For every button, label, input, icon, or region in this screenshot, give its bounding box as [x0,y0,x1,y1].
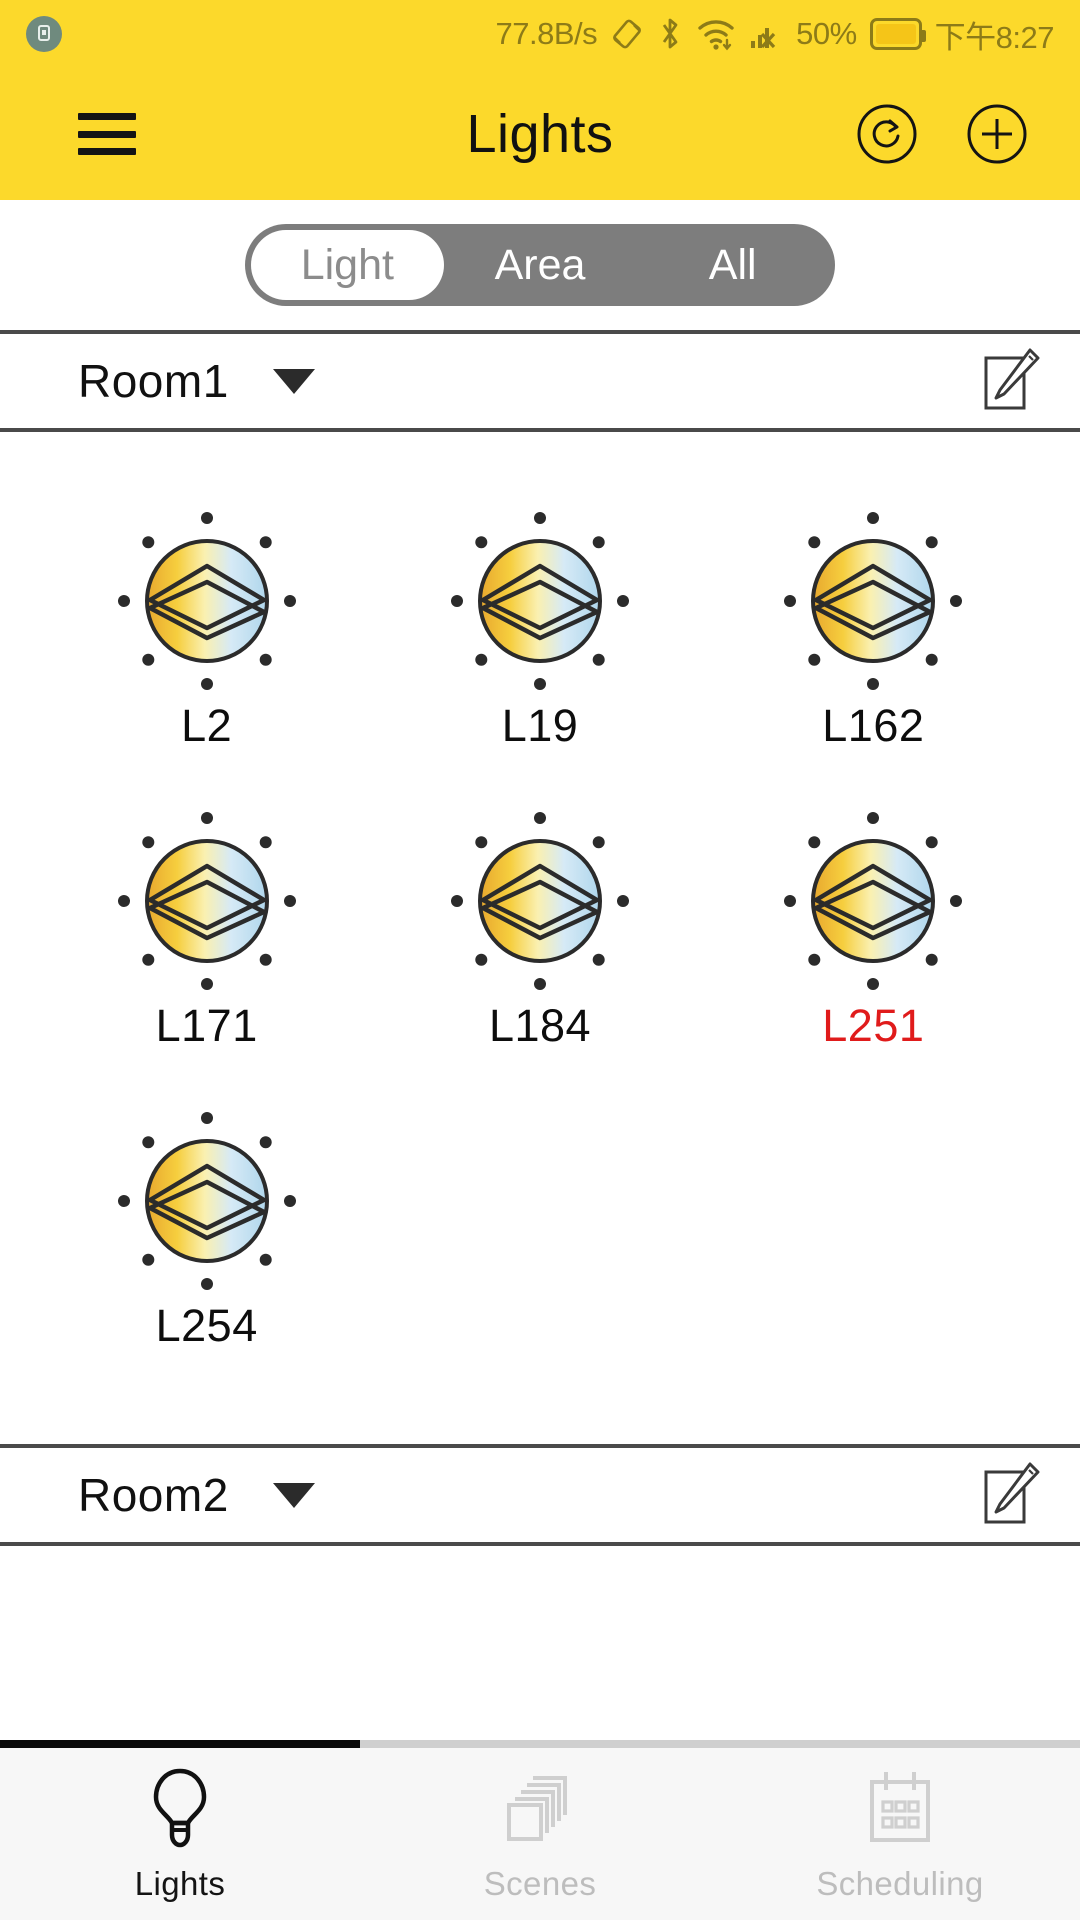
battery-percent-text: 50% [796,16,857,51]
light-bulb-gradient-icon[interactable] [116,510,298,692]
light-bulb-gradient-icon[interactable] [782,510,964,692]
light-bulb-gradient-icon[interactable] [449,510,631,692]
room2-empty-area [0,1546,1080,1632]
nav-label: Scenes [483,1865,597,1902]
network-speed-text: 77.8B/s [495,16,598,51]
room-header-room1[interactable]: Room1 [0,334,1080,428]
bluetooth-icon [657,16,683,52]
signal-off-icon [749,17,783,51]
stacked-cards-icon [497,1765,583,1851]
nav-tab-scenes[interactable]: Scenes [360,1748,720,1920]
room-name-label: Room2 [78,1469,229,1521]
chevron-down-icon[interactable] [272,368,315,394]
segment-all[interactable]: All [636,230,829,300]
nav-label: Lights [134,1865,226,1902]
light-item[interactable]: L162 [707,510,1040,752]
battery-icon [869,18,926,50]
light-item[interactable]: L184 [373,810,706,1052]
room-header-room2[interactable]: Room2 [0,1448,1080,1542]
segment-area[interactable]: Area [444,230,637,300]
app-bar: Lights [0,68,1080,200]
light-label: L251 [822,1000,925,1051]
status-bar: 77.8B/s 50% 下午8:27 [0,0,1080,68]
status-bar-left [26,16,62,52]
light-bulb-gradient-icon[interactable] [449,810,631,992]
app-root: 77.8B/s 50% 下午8:27 Lights Light Area All… [0,0,1080,1920]
segment-light[interactable]: Light [251,230,444,300]
light-bulb-gradient-icon[interactable] [116,1110,298,1292]
segmented-control[interactable]: Light Area All [245,224,835,306]
hamburger-menu-icon[interactable] [78,113,136,155]
light-item[interactable]: L2 [40,510,373,752]
active-tab-indicator [0,1740,1080,1748]
add-icon[interactable] [966,103,1028,165]
nav-tab-lights[interactable]: Lights [0,1748,360,1920]
view-mode-switcher: Light Area All [0,200,1080,330]
light-label: L19 [501,700,579,751]
refresh-icon[interactable] [856,103,918,165]
vibrate-icon [610,17,644,51]
wifi-icon [696,16,736,52]
light-item[interactable]: L19 [373,510,706,752]
light-label: L162 [822,700,925,751]
light-grid-room1: L2 L19 L162 L171 L184 L251 L254 [0,432,1080,1444]
light-label: L2 [181,700,233,751]
light-item[interactable]: L171 [40,810,373,1052]
bottom-navigation: Lights Scenes Scheduling [0,1748,1080,1920]
usb-debug-icon [26,16,62,52]
status-bar-right: 77.8B/s 50% 下午8:27 [495,12,1054,57]
edit-pencil-icon[interactable] [980,1462,1042,1528]
light-label: L254 [155,1300,258,1351]
chevron-down-icon[interactable] [272,1482,315,1508]
light-item[interactable]: L251 [707,810,1040,1052]
light-label: L184 [488,1000,592,1051]
edit-pencil-icon[interactable] [980,348,1042,414]
nav-label: Scheduling [816,1865,984,1902]
nav-tab-scheduling[interactable]: Scheduling [720,1748,1080,1920]
light-item[interactable]: L254 [40,1110,373,1352]
calendar-icon [857,1765,943,1851]
light-label: L171 [155,1000,258,1051]
light-bulb-gradient-icon[interactable] [116,810,298,992]
lightbulb-icon [137,1765,223,1851]
room-list[interactable]: Room1 L2 L19 L162 L171 L184 L251 L254 Ro… [0,330,1080,1740]
room-name-label: Room1 [78,355,229,407]
clock-text: 下午8:27 [934,19,1055,55]
light-bulb-gradient-icon[interactable] [782,810,964,992]
app-bar-actions [856,103,1028,165]
